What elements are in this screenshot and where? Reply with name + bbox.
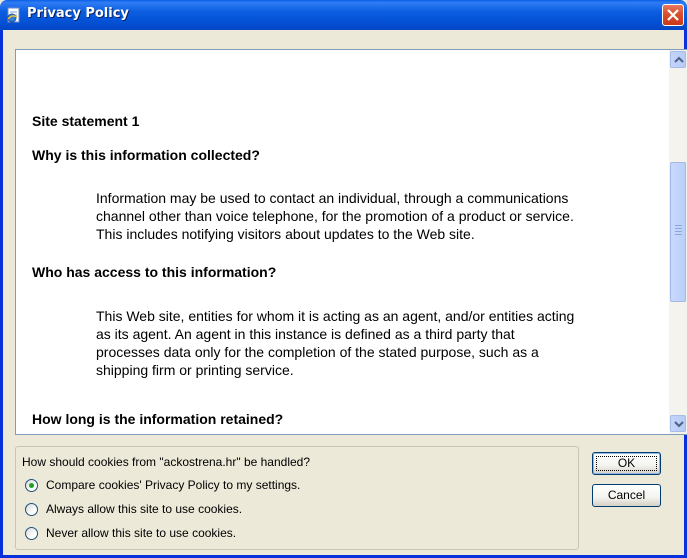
window-title: Privacy Policy (27, 6, 129, 21)
ok-button[interactable]: OK (592, 452, 661, 475)
focus-ring (596, 456, 657, 471)
radio-button[interactable] (25, 503, 38, 516)
close-button[interactable] (662, 4, 684, 26)
section-answer-2: This Web site, entities for whom it is a… (96, 307, 661, 379)
section-question-1: Why is this information collected? (32, 147, 260, 163)
title-bar: Privacy Policy (0, 0, 687, 30)
scroll-down-button[interactable] (670, 415, 686, 432)
vertical-scrollbar[interactable] (669, 50, 687, 434)
radio-button[interactable] (25, 479, 38, 492)
answer-line: processes data only for the completion o… (96, 344, 539, 360)
grip-line (675, 234, 682, 235)
answer-line: channel other than voice telephone, for … (96, 208, 574, 224)
arrow-down-icon (674, 421, 684, 428)
arrow-up-icon (674, 56, 684, 63)
grip-line (675, 225, 682, 226)
answer-line: This includes notifying visitors about u… (96, 226, 475, 242)
cookie-question: How should cookies from "ackostrena.hr" … (22, 455, 311, 469)
cancel-button-label: Cancel (607, 488, 646, 502)
section-question-3: How long is the information retained? (32, 411, 284, 427)
scroll-up-button[interactable] (670, 51, 686, 68)
radio-label[interactable]: Never allow this site to use cookies. (46, 526, 236, 540)
scroll-thumb[interactable] (670, 162, 686, 302)
answer-line: Information may be used to contact an in… (96, 190, 569, 206)
answer-line: shipping firm or printing service. (96, 362, 294, 378)
ie-page-icon (6, 7, 22, 23)
radio-label[interactable]: Always allow this site to use cookies. (46, 502, 242, 516)
radio-button[interactable] (25, 527, 38, 540)
cookie-handling-group: How should cookies from "ackostrena.hr" … (15, 446, 579, 550)
section-question-2: Who has access to this information? (32, 264, 277, 280)
cancel-button[interactable]: Cancel (592, 484, 661, 507)
close-icon (667, 9, 679, 21)
policy-content-pane: Site statement 1 Why is this information… (15, 49, 687, 435)
statement-heading: Site statement 1 (32, 113, 140, 129)
answer-line: This Web site, entities for whom it is a… (96, 308, 575, 324)
radio-label[interactable]: Compare cookies' Privacy Policy to my se… (46, 478, 300, 492)
grip-line (675, 228, 682, 229)
section-answer-1: Information may be used to contact an in… (96, 189, 661, 243)
grip-line (675, 231, 682, 232)
policy-text: Site statement 1 Why is this information… (16, 50, 669, 434)
answer-line: as its agent. An agent in this instance … (96, 326, 515, 342)
